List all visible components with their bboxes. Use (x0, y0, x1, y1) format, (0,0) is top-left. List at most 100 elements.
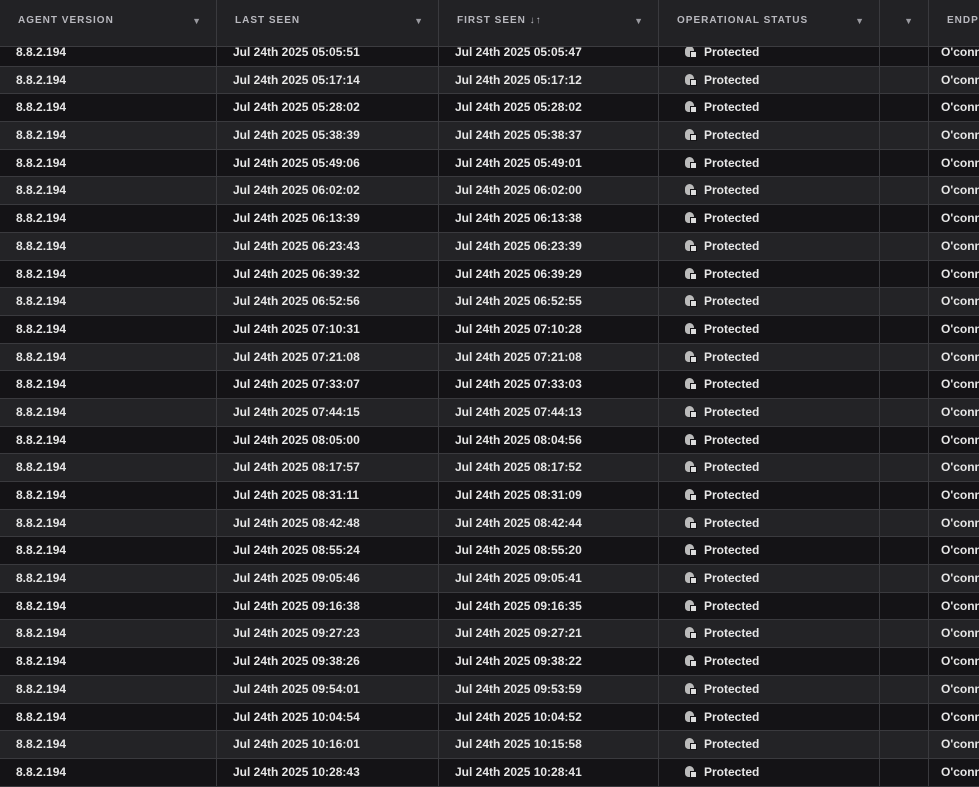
cell-unnamed (880, 537, 929, 565)
table-row[interactable]: 8.8.2.194 Jul 24th 2025 06:23:43 Jul 24th … (0, 232, 979, 261)
shield-icon (685, 73, 697, 86)
shield-icon (685, 765, 697, 778)
cell-endpoint: O'conn (929, 316, 979, 343)
table-row[interactable]: 8.8.2.194 Jul 24th 2025 09:38:26 Jul 24th … (0, 648, 979, 676)
column-header-label: AGENT VERSION (18, 15, 114, 26)
cell-text: Jul 24th 2025 10:28:41 (455, 764, 582, 779)
table-row[interactable]: 8.8.2.194 Jul 24th 2025 06:39:32 Jul 24th … (0, 260, 979, 289)
table-row[interactable]: 8.8.2.194 Jul 24th 2025 09:27:23 Jul 24th … (0, 620, 979, 649)
cell-text: Protected (704, 543, 760, 558)
cell-text: Jul 24th 2025 09:27:23 (233, 626, 360, 641)
cell-text: 8.8.2.194 (16, 654, 67, 669)
table-row[interactable]: 8.8.2.194 Jul 24th 2025 05:17:14 Jul 24th … (0, 66, 979, 95)
table-row[interactable]: 8.8.2.194 Jul 24th 2025 10:28:43 Jul 24th … (0, 758, 979, 787)
table-row[interactable]: 8.8.2.194 Jul 24th 2025 08:17:57 Jul 24th … (0, 454, 979, 482)
column-header-agent-version[interactable]: AGENT VERSION ▼ (0, 0, 217, 46)
cell-text: O'conn (941, 626, 979, 641)
column-header-unnamed[interactable]: ▼ (880, 0, 929, 46)
filter-icon[interactable]: ▼ (192, 16, 202, 26)
cell-last-seen: Jul 24th 2025 07:44:15 (217, 398, 439, 426)
cell-text: O'conn (941, 460, 979, 475)
table-row[interactable]: 8.8.2.194 Jul 24th 2025 05:38:39 Jul 24th … (0, 122, 979, 150)
shield-icon (685, 710, 697, 723)
cell-text: Jul 24th 2025 05:17:12 (455, 72, 582, 87)
cell-first-seen: Jul 24th 2025 07:21:08 (439, 343, 659, 371)
shield-icon (685, 212, 697, 225)
filter-icon[interactable]: ▼ (855, 16, 865, 26)
table-row[interactable]: 8.8.2.194 Jul 24th 2025 05:49:06 Jul 24th … (0, 149, 979, 178)
filter-icon[interactable]: ▼ (904, 16, 914, 26)
cell-endpoint: O'conn (929, 454, 979, 481)
table-row[interactable]: 8.8.2.194 Jul 24th 2025 07:21:08 Jul 24th … (0, 343, 979, 372)
cell-text: Jul 24th 2025 09:38:22 (455, 654, 582, 669)
cell-endpoint: O'conn (929, 676, 979, 703)
cell-first-seen: Jul 24th 2025 07:10:28 (439, 315, 659, 343)
table-row[interactable]: 8.8.2.194 Jul 24th 2025 08:42:48 Jul 24th … (0, 509, 979, 538)
column-header-label: ENDP (947, 15, 979, 26)
cell-text: Jul 24th 2025 09:27:21 (455, 626, 582, 641)
cell-operational-status: Protected (659, 592, 880, 620)
cell-last-seen: Jul 24th 2025 07:21:08 (217, 343, 439, 371)
cell-unnamed (880, 260, 929, 288)
cell-text: 8.8.2.194 (16, 432, 67, 447)
cell-unnamed (880, 565, 929, 592)
shield-icon (685, 295, 697, 308)
column-header-last-seen[interactable]: LAST SEEN ▼ (217, 0, 439, 46)
table-row[interactable]: 8.8.2.194 Jul 24th 2025 10:16:01 Jul 24th … (0, 731, 979, 759)
cell-first-seen: Jul 24th 2025 09:16:35 (439, 592, 659, 620)
cell-first-seen: Jul 24th 2025 05:17:12 (439, 66, 659, 94)
cell-text: Jul 24th 2025 06:02:00 (455, 183, 582, 198)
table-row[interactable]: 8.8.2.194 Jul 24th 2025 09:05:46 Jul 24th … (0, 565, 979, 593)
column-header-operational-status[interactable]: OPERATIONAL STATUS ▼ (659, 0, 880, 46)
table-row[interactable]: 8.8.2.194 Jul 24th 2025 07:10:31 Jul 24th … (0, 315, 979, 344)
table-row[interactable]: 8.8.2.194 Jul 24th 2025 08:55:24 Jul 24th … (0, 537, 979, 566)
cell-text: 8.8.2.194 (16, 238, 67, 253)
cell-operational-status: Protected (659, 565, 880, 592)
table-row[interactable]: 8.8.2.194 Jul 24th 2025 07:44:15 Jul 24th … (0, 398, 979, 427)
shield-icon (685, 46, 697, 58)
cell-text: 8.8.2.194 (16, 488, 67, 502)
cell-operational-status: Protected (659, 122, 880, 149)
filter-icon[interactable]: ▼ (414, 16, 424, 26)
column-header-endpoint[interactable]: ENDP (929, 0, 979, 46)
cell-text: Jul 24th 2025 05:49:01 (455, 155, 582, 170)
cell-first-seen: Jul 24th 2025 08:17:52 (439, 454, 659, 481)
cell-endpoint: O'conn (929, 399, 979, 426)
table-row[interactable]: 8.8.2.194 Jul 24th 2025 05:28:02 Jul 24th … (0, 94, 979, 123)
column-header-first-seen[interactable]: FIRST SEEN ↓↑ ▼ (439, 0, 659, 46)
cell-first-seen: Jul 24th 2025 08:31:09 (439, 482, 659, 509)
cell-text: Jul 24th 2025 08:31:09 (455, 488, 582, 502)
table-row[interactable]: 8.8.2.194 Jul 24th 2025 06:52:56 Jul 24th … (0, 288, 979, 316)
cell-text: 8.8.2.194 (16, 128, 67, 143)
cell-operational-status: Protected (659, 177, 880, 205)
shield-icon (685, 682, 697, 695)
cell-agent-version: 8.8.2.194 (0, 648, 217, 675)
cell-endpoint: O'conn (929, 371, 979, 398)
cell-text: Protected (704, 349, 760, 364)
column-header-label: FIRST SEEN ↓↑ (457, 15, 542, 26)
cell-agent-version: 8.8.2.194 (0, 426, 217, 454)
table-row[interactable]: 8.8.2.194 Jul 24th 2025 09:54:01 Jul 24th … (0, 675, 979, 704)
cell-operational-status: Protected (659, 398, 880, 426)
cell-last-seen: Jul 24th 2025 05:49:06 (217, 149, 439, 177)
cell-text: Protected (704, 764, 760, 779)
cell-agent-version: 8.8.2.194 (0, 703, 217, 731)
table-row[interactable]: 8.8.2.194 Jul 24th 2025 09:16:38 Jul 24th … (0, 592, 979, 621)
cell-text: Protected (704, 598, 760, 613)
table-row[interactable]: 8.8.2.194 Jul 24th 2025 10:04:54 Jul 24th … (0, 703, 979, 732)
cell-unnamed (880, 94, 929, 122)
cell-unnamed (880, 149, 929, 177)
table-row[interactable]: 8.8.2.194 Jul 24th 2025 08:31:11 Jul 24th … (0, 482, 979, 510)
table-row[interactable]: 8.8.2.194 Jul 24th 2025 06:13:39 Jul 24th … (0, 205, 979, 233)
cell-last-seen: Jul 24th 2025 08:55:24 (217, 537, 439, 565)
table-row[interactable]: 8.8.2.194 Jul 24th 2025 08:05:00 Jul 24th … (0, 426, 979, 455)
filter-icon[interactable]: ▼ (634, 16, 644, 26)
table-row[interactable]: 8.8.2.194 Jul 24th 2025 06:02:02 Jul 24th … (0, 177, 979, 206)
cell-operational-status: Protected (659, 454, 880, 481)
cell-agent-version: 8.8.2.194 (0, 537, 217, 565)
cell-unnamed (880, 648, 929, 675)
cell-text: Jul 24th 2025 08:05:00 (233, 432, 360, 447)
table-row[interactable]: 8.8.2.194 Jul 24th 2025 07:33:07 Jul 24th … (0, 371, 979, 399)
cell-agent-version: 8.8.2.194 (0, 232, 217, 260)
cell-unnamed (880, 731, 929, 758)
